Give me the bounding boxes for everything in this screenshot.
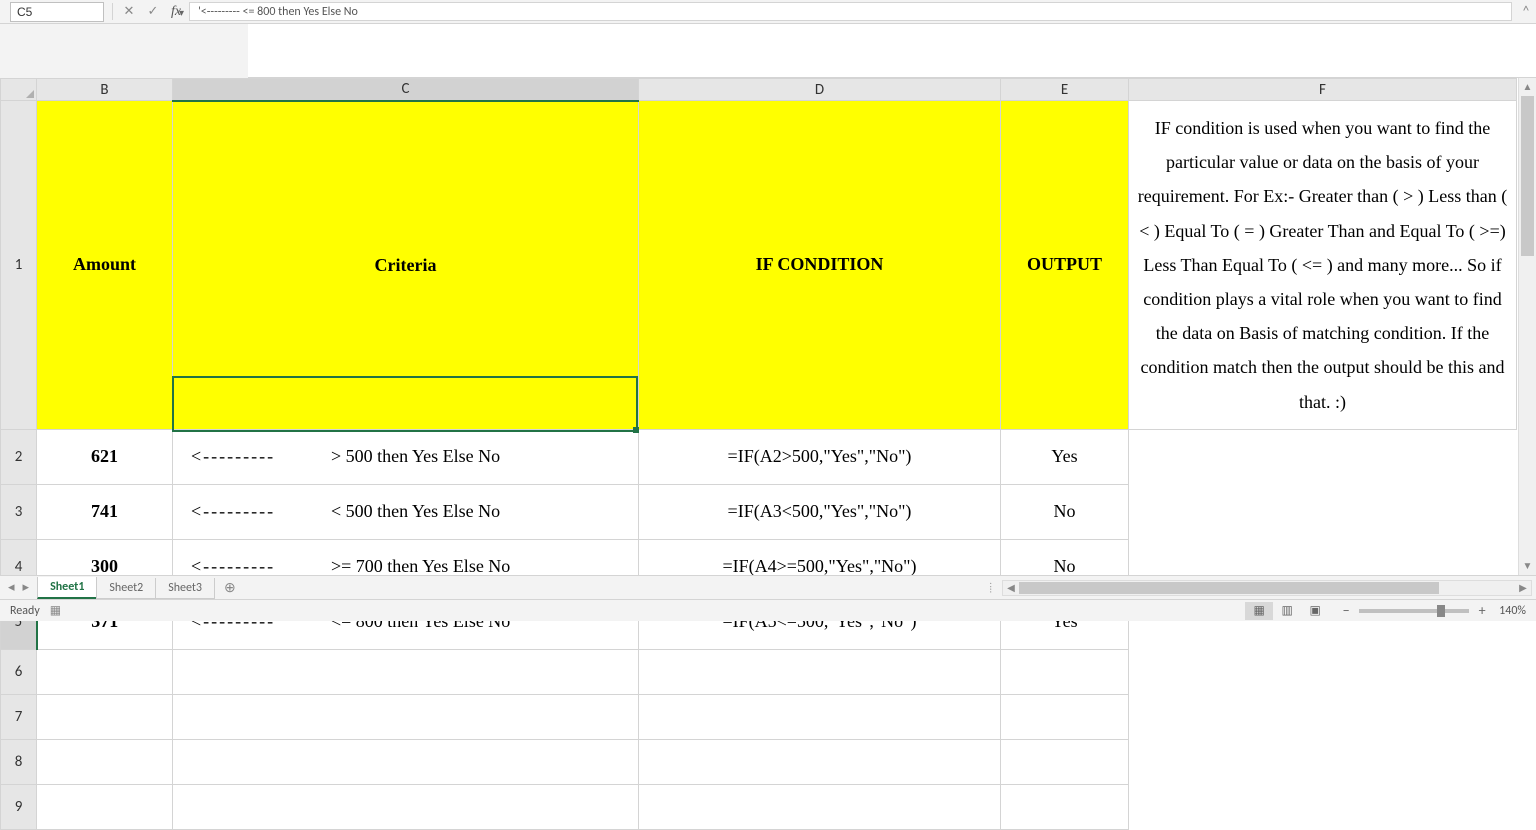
- cell-e2[interactable]: Yes: [1001, 429, 1129, 484]
- hscroll-split-icon[interactable]: ⁞: [949, 581, 1002, 594]
- cell-f-explanation[interactable]: IF condition is used when you want to fi…: [1129, 101, 1517, 430]
- tab-prev-icon[interactable]: ◂: [8, 580, 15, 595]
- sheet-tabs: Sheet1Sheet2Sheet3: [37, 576, 214, 599]
- cell-e8[interactable]: [1001, 739, 1129, 784]
- cell-c6[interactable]: [173, 649, 639, 694]
- row-header-8[interactable]: 8: [1, 739, 37, 784]
- scroll-left-icon[interactable]: ◀: [1003, 581, 1019, 595]
- column-header-d[interactable]: D: [639, 79, 1001, 101]
- formula-collapse-icon[interactable]: ^: [1516, 0, 1536, 23]
- formula-cancel-button[interactable]: ✕: [117, 0, 141, 23]
- column-header-f[interactable]: F: [1129, 79, 1517, 101]
- sheet-tab-sheet3[interactable]: Sheet3: [155, 578, 215, 599]
- scroll-up-icon[interactable]: ▲: [1519, 78, 1536, 96]
- formula-bar-expanded-area: [248, 24, 1536, 78]
- cell-d7[interactable]: [639, 694, 1001, 739]
- zoom-value[interactable]: 140%: [1499, 604, 1526, 618]
- row-header-3[interactable]: 3: [1, 484, 37, 539]
- zoom-thumb[interactable]: [1437, 605, 1445, 617]
- sheet-tabs-bar: ◂ ▸ Sheet1Sheet2Sheet3 ⊕ ⁞ ◀ ▶: [0, 575, 1536, 599]
- cell-b9[interactable]: [37, 784, 173, 829]
- column-header-c[interactable]: C: [173, 79, 639, 101]
- add-sheet-button[interactable]: ⊕: [214, 576, 246, 599]
- cell-c8[interactable]: [173, 739, 639, 784]
- cell-d2[interactable]: =IF(A2>500,"Yes","No"): [639, 429, 1001, 484]
- cell-d3[interactable]: =IF(A3<500,"Yes","No"): [639, 484, 1001, 539]
- view-normal-button[interactable]: ▦: [1245, 602, 1273, 620]
- column-header-e[interactable]: E: [1001, 79, 1129, 101]
- insert-function-button[interactable]: fx: [165, 0, 187, 23]
- row-header-9[interactable]: 9: [1, 784, 37, 829]
- cell-d8[interactable]: [639, 739, 1001, 784]
- zoom-in-button[interactable]: +: [1475, 602, 1489, 619]
- cell-b7[interactable]: [37, 694, 173, 739]
- status-bar: Ready ▦ ▦ ▥ ▣ − + 140%: [0, 599, 1536, 621]
- cell-e7[interactable]: [1001, 694, 1129, 739]
- zoom-slider[interactable]: − +: [1339, 602, 1489, 619]
- sheet-tab-sheet2[interactable]: Sheet2: [96, 578, 156, 599]
- zoom-out-button[interactable]: −: [1339, 602, 1353, 619]
- scroll-right-icon[interactable]: ▶: [1515, 581, 1531, 595]
- tab-nav: ◂ ▸: [0, 576, 37, 599]
- formula-text: '<--------- <= 800 then Yes Else No: [198, 5, 358, 19]
- separator: [112, 3, 113, 20]
- view-page-layout-button[interactable]: ▥: [1273, 602, 1301, 620]
- worksheet-grid[interactable]: B C D E F 1 Amount Criteria IF CONDITION…: [0, 78, 1536, 830]
- row-header-6[interactable]: 6: [1, 649, 37, 694]
- cell-c3[interactable]: <---------< 500 then Yes Else No: [173, 484, 639, 539]
- column-header-b[interactable]: B: [37, 79, 173, 101]
- cell-d9[interactable]: [639, 784, 1001, 829]
- cell-b3[interactable]: 741: [37, 484, 173, 539]
- name-box-container[interactable]: ▾: [10, 2, 104, 22]
- cell-d6[interactable]: [639, 649, 1001, 694]
- cell-e3[interactable]: No: [1001, 484, 1129, 539]
- row-header-1[interactable]: 1: [1, 101, 37, 430]
- vertical-scroll-thumb[interactable]: [1521, 96, 1534, 256]
- formula-enter-button[interactable]: ✓: [141, 0, 165, 23]
- zoom-track[interactable]: [1359, 609, 1469, 613]
- view-page-break-button[interactable]: ▣: [1301, 602, 1329, 620]
- tab-next-icon[interactable]: ▸: [23, 580, 30, 595]
- horizontal-scroll-thumb[interactable]: [1019, 582, 1439, 594]
- scroll-down-icon[interactable]: ▼: [1519, 557, 1536, 575]
- cell-b1[interactable]: Amount: [37, 101, 173, 430]
- status-ready: Ready: [10, 604, 40, 618]
- vertical-scrollbar[interactable]: ▲ ▼: [1518, 78, 1536, 575]
- formula-input[interactable]: '<--------- <= 800 then Yes Else No: [189, 2, 1512, 21]
- cell-c9[interactable]: [173, 784, 639, 829]
- cell-c1[interactable]: Criteria: [173, 101, 639, 430]
- cell-c2[interactable]: <---------> 500 then Yes Else No: [173, 429, 639, 484]
- row-header-2[interactable]: 2: [1, 429, 37, 484]
- cell-e1[interactable]: OUTPUT: [1001, 101, 1129, 430]
- cell-b6[interactable]: [37, 649, 173, 694]
- macro-record-icon[interactable]: ▦: [50, 603, 61, 618]
- formula-bar: ▾ ✕ ✓ fx '<--------- <= 800 then Yes Els…: [0, 0, 1536, 24]
- cell-e6[interactable]: [1001, 649, 1129, 694]
- cell-c7[interactable]: [173, 694, 639, 739]
- cell-e9[interactable]: [1001, 784, 1129, 829]
- sheet-tab-sheet1[interactable]: Sheet1: [37, 577, 97, 599]
- horizontal-scrollbar[interactable]: ◀ ▶: [1002, 580, 1532, 596]
- cell-b2[interactable]: 621: [37, 429, 173, 484]
- cell-d1[interactable]: IF CONDITION: [639, 101, 1001, 430]
- select-all-corner[interactable]: [1, 79, 37, 101]
- row-header-7[interactable]: 7: [1, 694, 37, 739]
- cell-b8[interactable]: [37, 739, 173, 784]
